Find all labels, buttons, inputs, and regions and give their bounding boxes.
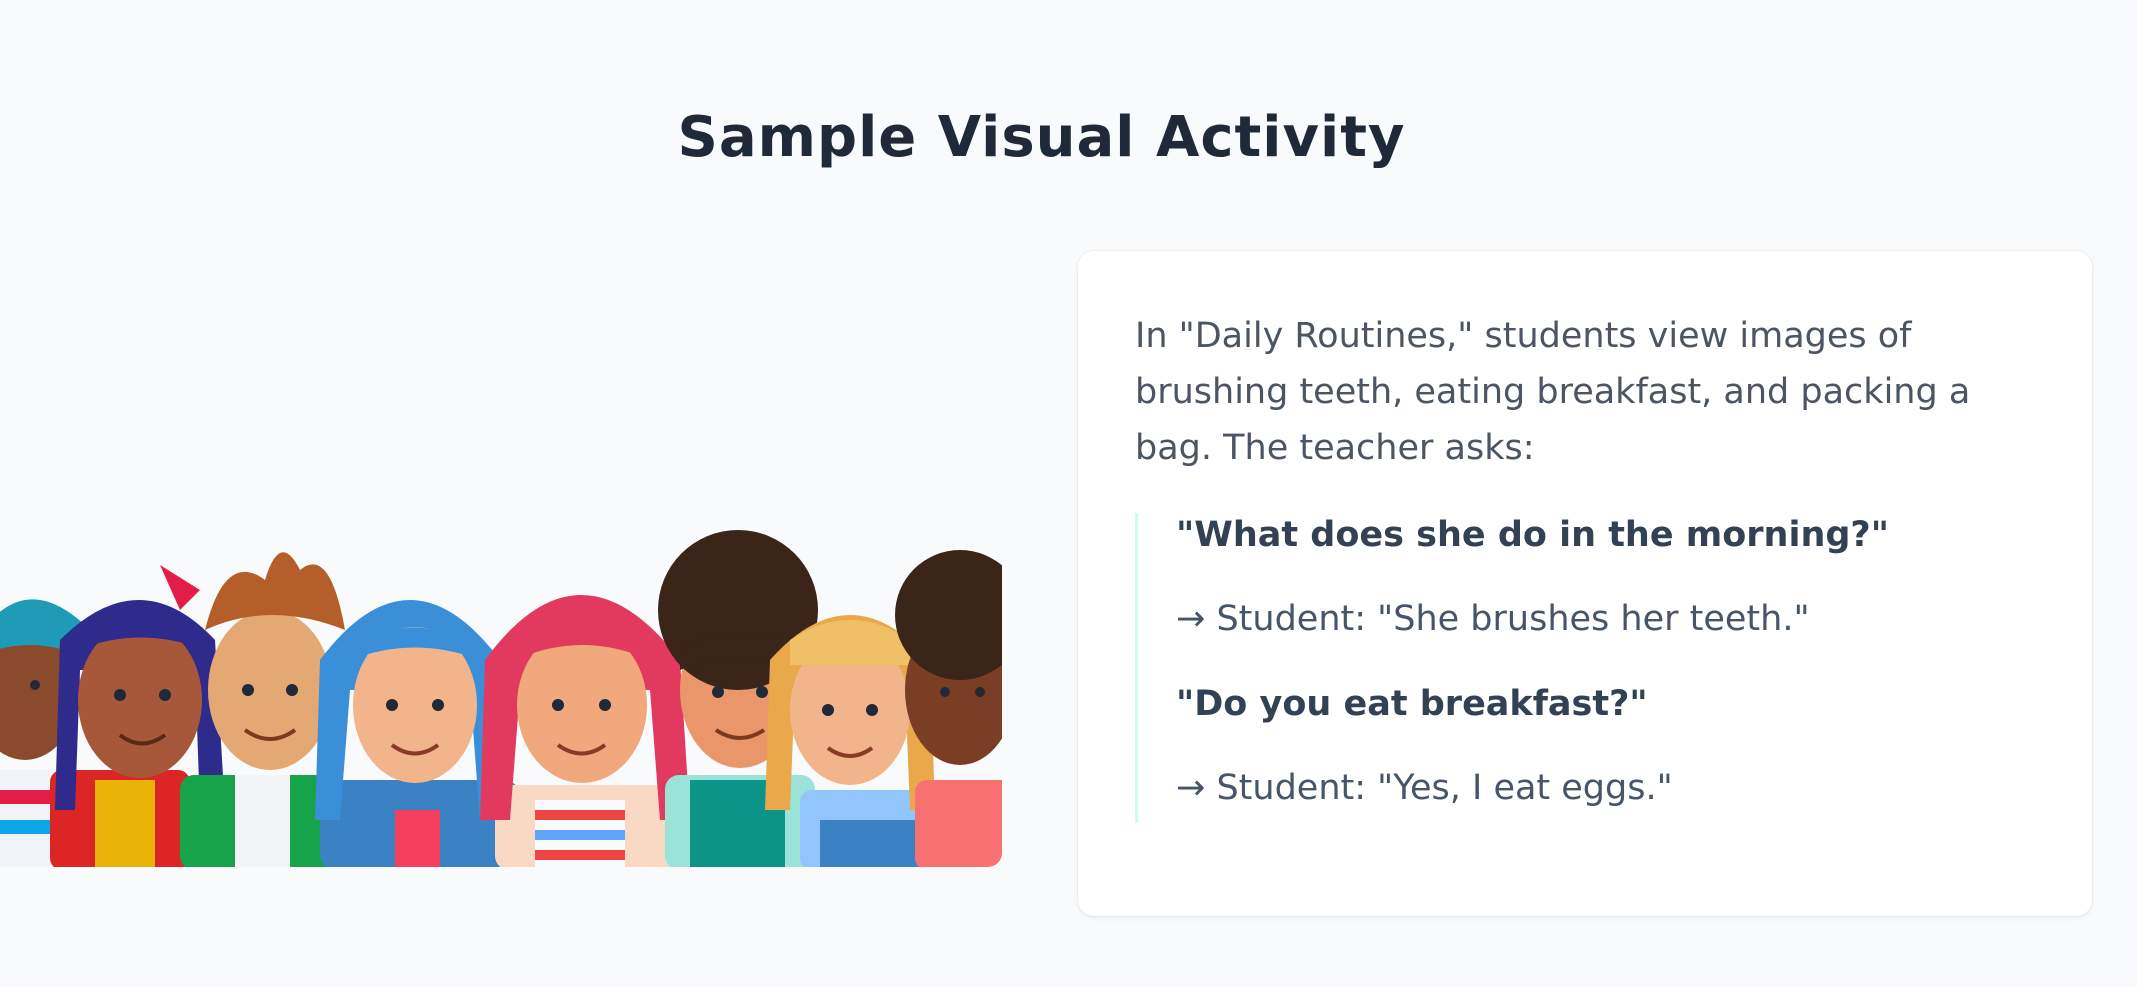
teacher-question: "What does she do in the morning?" xyxy=(1176,515,1889,555)
page-title: Sample Visual Activity xyxy=(677,105,1406,170)
students-image xyxy=(0,530,1002,867)
student-figure xyxy=(480,595,690,867)
activity-card: In "Daily Routines," students view image… xyxy=(1078,251,2092,916)
student-answer: → Student: "Yes, I eat eggs." xyxy=(1176,768,1673,808)
dialogue-block: "What does she do in the morning?" → Stu… xyxy=(1135,513,2015,823)
student-answer: → Student: "She brushes her teeth." xyxy=(1176,599,1810,639)
activity-description: In "Daily Routines," students view image… xyxy=(1135,316,1971,468)
students-illustration xyxy=(0,520,1002,867)
teacher-question: "Do you eat breakfast?" xyxy=(1176,684,1648,724)
